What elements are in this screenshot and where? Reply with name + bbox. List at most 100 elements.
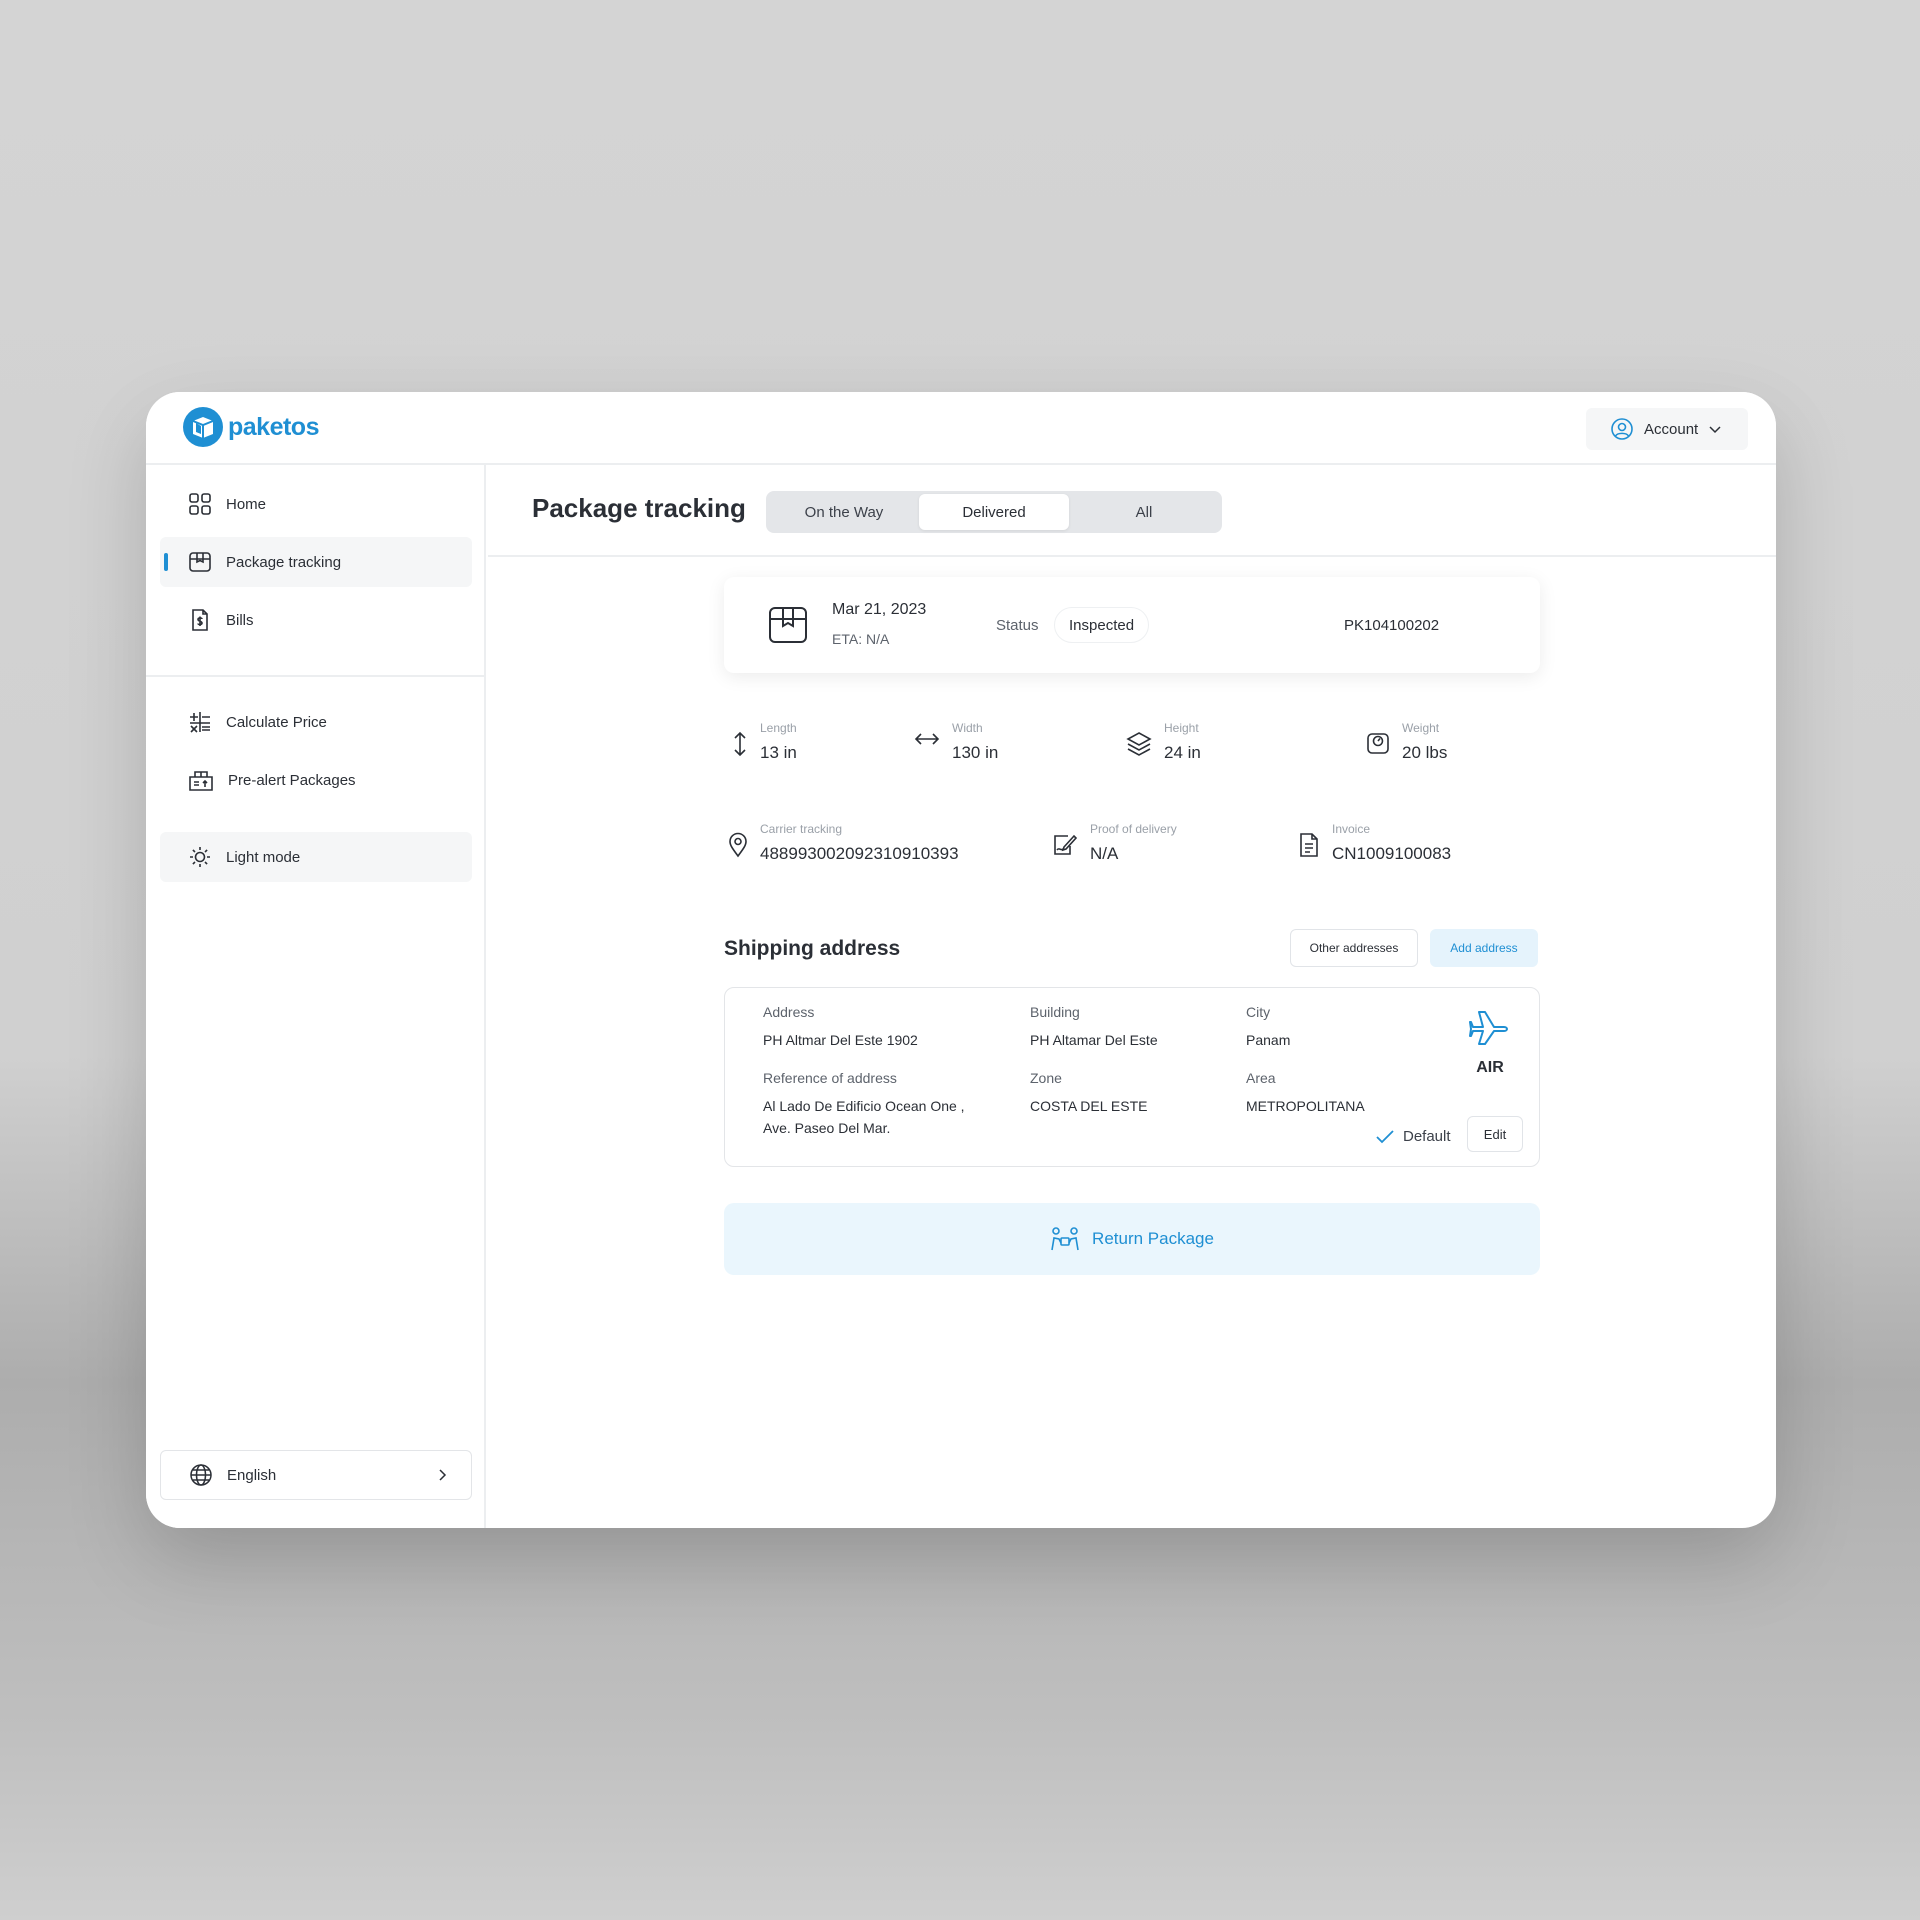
sidebar-item-label: Home [226, 495, 267, 513]
top-bar: paketos Account [146, 392, 1776, 465]
shipping-mode: AIR [1469, 1008, 1511, 1077]
language-label: English [227, 1466, 277, 1484]
field-label: Address [763, 1004, 815, 1020]
sun-icon [190, 847, 210, 867]
chevron-right-icon [439, 1469, 447, 1481]
field-value: Panam [1246, 1032, 1291, 1048]
page-header: Package tracking On the Way Delivered Al… [488, 465, 1776, 557]
checkmark-icon [1376, 1129, 1394, 1143]
default-indicator: Default [1375, 1128, 1451, 1145]
stat-label: Height [1164, 721, 1199, 735]
sidebar-divider [146, 675, 486, 677]
account-menu-button[interactable]: Account [1586, 408, 1748, 450]
bill-icon [192, 609, 208, 631]
scale-icon [1367, 733, 1389, 754]
package-eta: ETA: N/A [832, 631, 890, 647]
stat-label: Carrier tracking [760, 822, 843, 836]
invoice: Invoice CN1009100083 [1298, 822, 1451, 864]
status-badge: Inspected [1054, 607, 1150, 643]
status-tabs: On the Way Delivered All [766, 491, 1222, 533]
dimension-height: Height 24 in [1126, 721, 1201, 763]
light-mode-toggle[interactable]: Light mode [160, 832, 472, 882]
tab-all[interactable]: All [1069, 494, 1219, 530]
location-pin-icon [729, 832, 747, 858]
stat-label: Weight [1402, 721, 1440, 735]
box-icon [189, 552, 211, 572]
stat-label: Width [952, 721, 983, 735]
page-title: Package tracking [532, 493, 746, 523]
package-summary-card: Mar 21, 2023 ETA: N/A Status Inspected P… [724, 577, 1540, 673]
brand-name: paketos [228, 412, 319, 441]
sidebar-item-label: Pre-alert Packages [228, 771, 356, 789]
dimension-weight: Weight 20 lbs [1366, 721, 1447, 763]
signature-icon [1054, 834, 1078, 855]
field-label: Building [1030, 1004, 1080, 1020]
stat-value: 130 in [952, 743, 999, 762]
field-value: COSTA DEL ESTE [1030, 1098, 1148, 1114]
grid-icon [189, 493, 211, 515]
field-label: Zone [1030, 1070, 1062, 1086]
add-address-button[interactable]: Add address [1430, 929, 1538, 967]
sidebar-item-label: Bills [226, 611, 254, 629]
layers-icon [1126, 732, 1152, 756]
sidebar-item-label: Light mode [226, 848, 301, 866]
return-package-icon [1051, 1227, 1079, 1251]
area-field: Area METROPOLITANA [1246, 1070, 1365, 1117]
sidebar-item-package-tracking[interactable]: Package tracking [160, 537, 472, 587]
language-selector[interactable]: English [160, 1450, 472, 1500]
document-icon [1300, 833, 1318, 857]
stat-label: Proof of delivery [1090, 822, 1177, 836]
other-addresses-button[interactable]: Other addresses [1290, 929, 1418, 967]
reference-field: Reference of address Al Lado De Edificio… [763, 1070, 993, 1139]
package-id: PK104100202 [1344, 617, 1440, 634]
carrier-tracking: Carrier tracking 488993002092310910393 [728, 822, 959, 864]
building-field: Building PH Altamar Del Este [1030, 1004, 1158, 1051]
stat-value: N/A [1090, 844, 1119, 863]
sidebar-item-pre-alert-packages[interactable]: Pre-alert Packages [160, 755, 472, 805]
user-circle-icon [1611, 418, 1633, 440]
stat-label: Length [760, 721, 797, 735]
account-label: Account [1644, 420, 1699, 438]
stat-value: CN1009100083 [1332, 844, 1452, 863]
stat-value: 488993002092310910393 [760, 844, 959, 863]
edit-address-button[interactable]: Edit [1467, 1116, 1523, 1152]
sidebar-item-label: Calculate Price [226, 713, 327, 731]
field-value: Al Lado De Edificio Ocean One , Ave. Pas… [763, 1098, 965, 1136]
field-label: City [1246, 1004, 1271, 1020]
main-content: Package tracking On the Way Delivered Al… [488, 465, 1776, 1528]
dimension-width: Width 130 in [914, 721, 998, 763]
globe-icon [190, 1464, 212, 1486]
return-package-button[interactable]: Return Package [724, 1203, 1540, 1275]
vertical-arrow-icon [734, 731, 746, 757]
city-field: City Panam [1246, 1004, 1290, 1051]
horizontal-arrow-icon [914, 733, 940, 745]
proof-of-delivery: Proof of delivery N/A [1052, 822, 1177, 864]
app-window: paketos Account Home Package tracking Bi… [146, 392, 1776, 1528]
zone-field: Zone COSTA DEL ESTE [1030, 1070, 1147, 1117]
sidebar: Home Package tracking Bills Calculate Pr… [146, 465, 486, 1528]
stat-value: 13 in [760, 743, 797, 762]
dimension-length: Length 13 in [732, 721, 797, 763]
field-label: Reference of address [763, 1070, 897, 1086]
tab-delivered[interactable]: Delivered [919, 494, 1069, 530]
stat-value: 20 lbs [1402, 743, 1448, 762]
airplane-icon [1469, 1011, 1508, 1045]
status-label: Status [996, 617, 1039, 634]
sidebar-item-label: Package tracking [226, 553, 342, 571]
sidebar-item-home[interactable]: Home [160, 479, 472, 529]
field-value: PH Altmar Del Este 1902 [763, 1032, 918, 1048]
field-value: PH Altamar Del Este [1030, 1032, 1158, 1048]
package-date: Mar 21, 2023 [832, 601, 927, 618]
tab-on-the-way[interactable]: On the Way [769, 494, 919, 530]
stat-label: Invoice [1332, 822, 1371, 836]
field-label: Area [1246, 1070, 1276, 1086]
default-label: Default [1403, 1128, 1451, 1145]
shipping-address-title: Shipping address [724, 937, 901, 960]
field-value: METROPOLITANA [1246, 1098, 1365, 1114]
sidebar-item-calculate-price[interactable]: Calculate Price [160, 697, 472, 747]
sidebar-item-bills[interactable]: Bills [160, 595, 472, 645]
return-package-label: Return Package [1092, 1229, 1214, 1248]
pre-alert-icon [189, 771, 213, 791]
brand-logo[interactable]: paketos [182, 406, 319, 448]
shipping-mode-label: AIR [1476, 1059, 1504, 1076]
